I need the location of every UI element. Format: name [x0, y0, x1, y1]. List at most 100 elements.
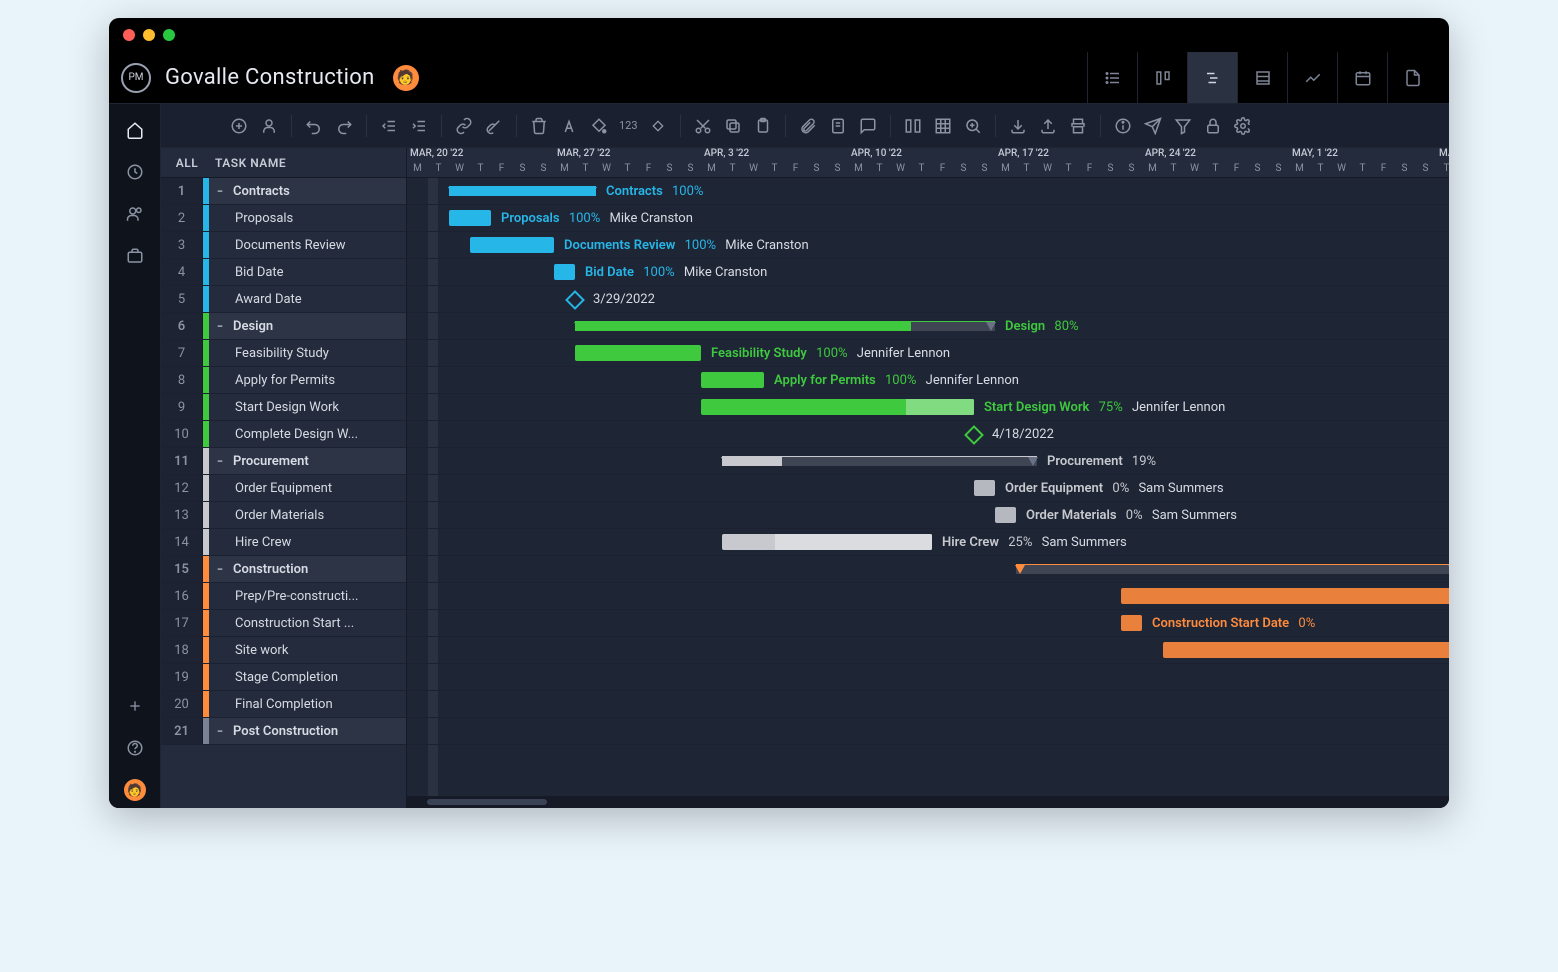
print-icon[interactable] [1064, 112, 1092, 140]
view-dashboard-icon[interactable] [1287, 52, 1337, 103]
task-row[interactable]: 21−Post Construction [161, 718, 406, 745]
task-header-name[interactable]: TASK NAME [215, 156, 286, 170]
task-bar[interactable] [974, 480, 995, 496]
task-bar[interactable] [470, 237, 554, 253]
nav-team-icon[interactable] [117, 196, 153, 232]
task-row[interactable]: 6−Design [161, 313, 406, 340]
link-icon[interactable] [450, 112, 478, 140]
task-row[interactable]: 19Stage Completion [161, 664, 406, 691]
project-title: Govalle Construction [165, 65, 375, 90]
nav-portfolio-icon[interactable] [117, 238, 153, 274]
task-bar[interactable] [701, 399, 974, 415]
task-header-all[interactable]: ALL [171, 156, 203, 170]
app-logo[interactable]: PM [121, 63, 151, 93]
view-list-icon[interactable] [1087, 52, 1137, 103]
view-calendar-icon[interactable] [1337, 52, 1387, 103]
task-row[interactable]: 14Hire Crew [161, 529, 406, 556]
task-row[interactable]: 9Start Design Work [161, 394, 406, 421]
nav-home-icon[interactable] [117, 112, 153, 148]
task-bar[interactable] [722, 534, 932, 550]
filter-icon[interactable] [1169, 112, 1197, 140]
milestone-diamond[interactable] [565, 290, 585, 310]
columns-icon[interactable] [899, 112, 927, 140]
task-bar[interactable] [554, 264, 575, 280]
redo-icon[interactable] [330, 112, 358, 140]
unlink-icon[interactable] [480, 112, 508, 140]
view-board-icon[interactable] [1137, 52, 1187, 103]
task-row[interactable]: 15−Construction [161, 556, 406, 583]
cut-icon[interactable] [689, 112, 717, 140]
summary-bar[interactable] [1016, 564, 1449, 574]
nav-add-icon[interactable] [117, 688, 153, 724]
milestone-icon[interactable] [644, 112, 672, 140]
notes-icon[interactable] [824, 112, 852, 140]
task-row[interactable]: 3Documents Review [161, 232, 406, 259]
settings-icon[interactable] [1229, 112, 1257, 140]
export-icon[interactable] [1034, 112, 1062, 140]
add-task-icon[interactable] [225, 112, 253, 140]
info-icon[interactable] [1109, 112, 1137, 140]
window-minimize-button[interactable] [143, 29, 155, 41]
task-row[interactable]: 16Prep/Pre-constructi... [161, 583, 406, 610]
view-files-icon[interactable] [1387, 52, 1437, 103]
task-bar[interactable] [1163, 642, 1449, 658]
attachment-icon[interactable] [794, 112, 822, 140]
undo-icon[interactable] [300, 112, 328, 140]
task-row[interactable]: 18Site work [161, 637, 406, 664]
lock-icon[interactable] [1199, 112, 1227, 140]
task-row[interactable]: 4Bid Date [161, 259, 406, 286]
task-bar[interactable] [995, 507, 1016, 523]
task-bar[interactable] [701, 372, 764, 388]
task-bar[interactable] [575, 345, 701, 361]
window-zoom-button[interactable] [163, 29, 175, 41]
gantt-rows[interactable]: Contracts 100%Proposals 100% Mike Cranst… [407, 178, 1449, 796]
outdent-icon[interactable] [375, 112, 403, 140]
task-row[interactable]: 13Order Materials [161, 502, 406, 529]
task-row[interactable]: 1−Contracts [161, 178, 406, 205]
scrollbar-thumb[interactable] [427, 799, 547, 805]
indent-icon[interactable] [405, 112, 433, 140]
task-row[interactable]: 5Award Date [161, 286, 406, 313]
milestone-diamond[interactable] [964, 425, 984, 445]
task-row[interactable]: 12Order Equipment [161, 475, 406, 502]
task-bar[interactable] [1121, 615, 1142, 631]
task-row[interactable]: 20Final Completion [161, 691, 406, 718]
nav-recent-icon[interactable] [117, 154, 153, 190]
assign-icon[interactable] [255, 112, 283, 140]
bar-label: Construction Start Date 0% [1152, 610, 1315, 637]
task-row[interactable]: 7Feasibility Study [161, 340, 406, 367]
nav-help-icon[interactable] [117, 730, 153, 766]
summary-bar[interactable] [722, 456, 1037, 466]
task-row[interactable]: 2Proposals [161, 205, 406, 232]
collapse-toggle-icon[interactable]: − [213, 319, 227, 333]
zoom-icon[interactable] [959, 112, 987, 140]
grid-icon[interactable] [929, 112, 957, 140]
summary-bar[interactable] [449, 186, 596, 196]
task-row[interactable]: 8Apply for Permits [161, 367, 406, 394]
collapse-toggle-icon[interactable]: − [213, 562, 227, 576]
view-sheet-icon[interactable] [1237, 52, 1287, 103]
collapse-toggle-icon[interactable]: − [213, 184, 227, 198]
number-format-icon[interactable]: 123 [615, 119, 642, 132]
summary-bar[interactable] [575, 321, 995, 331]
comments-icon[interactable] [854, 112, 882, 140]
text-color-icon[interactable] [555, 112, 583, 140]
task-row[interactable]: 11−Procurement [161, 448, 406, 475]
collapse-toggle-icon[interactable]: − [213, 724, 227, 738]
task-row[interactable]: 17Construction Start ... [161, 610, 406, 637]
window-close-button[interactable] [123, 29, 135, 41]
view-gantt-icon[interactable] [1187, 52, 1237, 103]
nav-user-avatar[interactable]: 🧑 [117, 772, 153, 808]
paste-icon[interactable] [749, 112, 777, 140]
send-icon[interactable] [1139, 112, 1167, 140]
import-icon[interactable] [1004, 112, 1032, 140]
copy-icon[interactable] [719, 112, 747, 140]
project-avatar[interactable]: 🧑 [393, 65, 419, 91]
task-bar[interactable] [449, 210, 491, 226]
collapse-toggle-icon[interactable]: − [213, 454, 227, 468]
delete-icon[interactable] [525, 112, 553, 140]
task-row[interactable]: 10Complete Design W... [161, 421, 406, 448]
horizontal-scrollbar[interactable] [407, 796, 1449, 808]
task-bar[interactable] [1121, 588, 1449, 604]
fill-color-icon[interactable] [585, 112, 613, 140]
